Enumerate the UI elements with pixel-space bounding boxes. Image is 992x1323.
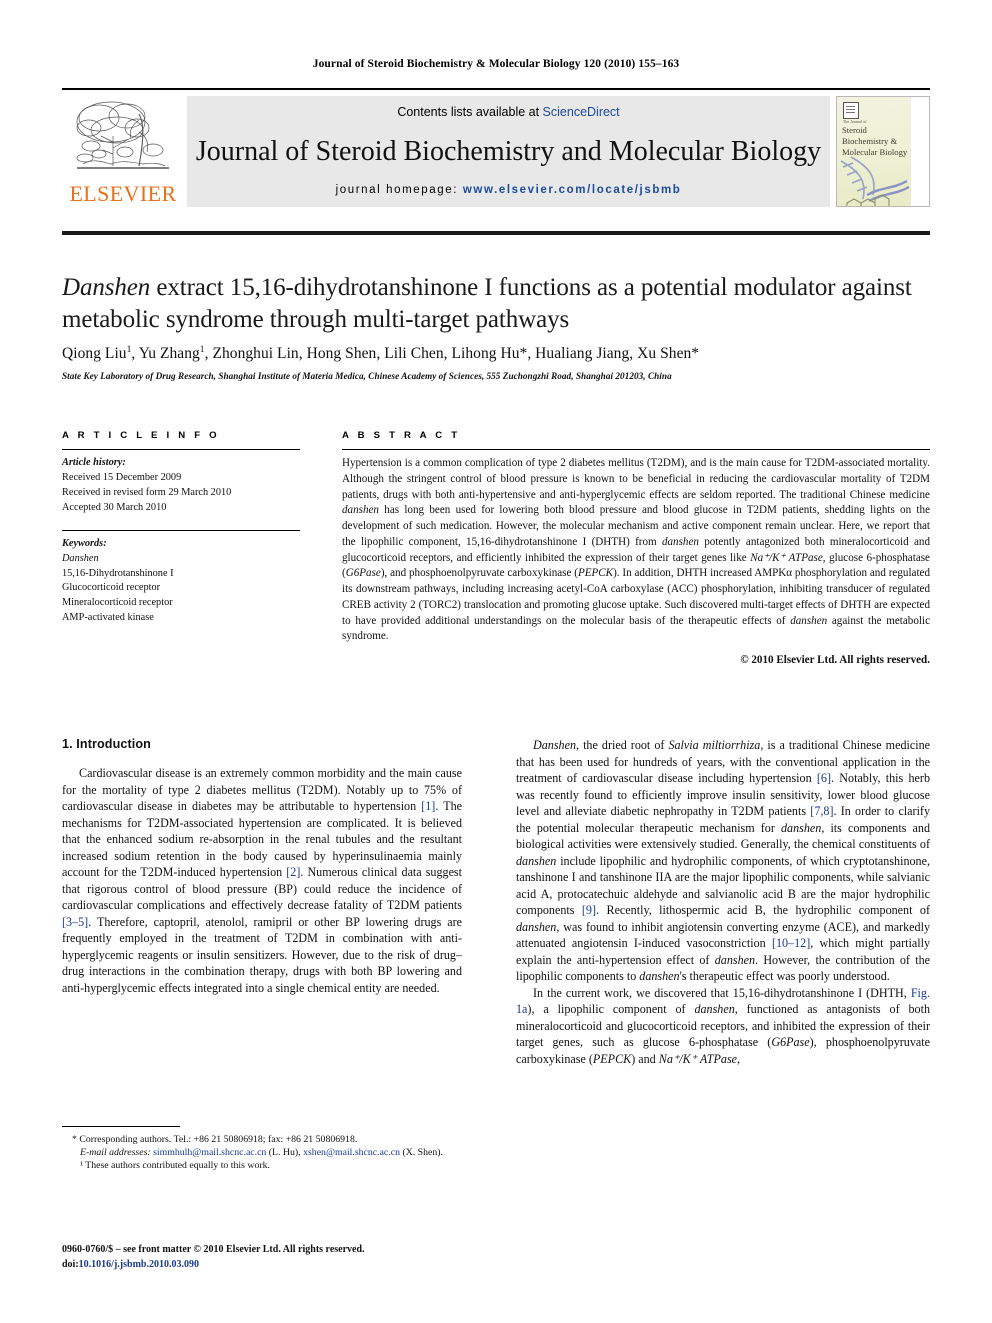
cover-kicker: The Journal of xyxy=(843,120,867,124)
article-info-rule-top xyxy=(62,449,300,450)
cover-elsevier-icon xyxy=(843,102,859,119)
history-item: Accepted 30 March 2010 xyxy=(62,501,167,513)
article-title-italic-part: Danshen xyxy=(62,274,151,301)
history-item: Received 15 December 2009 xyxy=(62,471,182,483)
running-head: Journal of Steroid Biochemistry & Molecu… xyxy=(312,58,680,70)
history-item: Received in revised form 29 March 2010 xyxy=(62,486,232,498)
author-affiliation: State Key Laboratory of Drug Research, S… xyxy=(62,371,672,381)
keyword-item: Glucocorticoid receptor xyxy=(62,582,161,594)
doi-line: doi:10.1016/j.jsbmb.2010.03.090 xyxy=(62,1258,482,1273)
abstract-text: Hypertension is a common complication of… xyxy=(342,457,930,643)
keywords-block: Keywords: Danshen 15,16-Dihydrotanshinon… xyxy=(62,537,300,627)
equal-contribution-note: ¹ These authors contributed equally to t… xyxy=(80,1160,270,1172)
email-label: E-mail addresses: xyxy=(80,1147,151,1159)
body-column-left: 1. Introduction Cardiovascular disease i… xyxy=(62,737,462,996)
elsevier-tree-icon xyxy=(76,101,169,169)
section-heading-introduction: 1. Introduction xyxy=(62,737,151,751)
abstract-rule xyxy=(342,449,930,450)
author-list: Qiong Liu1, Yu Zhang1, Zhonghui Lin, Hon… xyxy=(62,345,700,363)
abstract-column: A B S T R A C T Hypertension is a common… xyxy=(342,430,930,666)
email-note: E-mail addresses: simmhulh@mail.shcnc.ac… xyxy=(62,1146,462,1159)
article-page: Journal of Steroid Biochemistry & Molecu… xyxy=(0,0,992,1323)
article-history-label: Article history: xyxy=(62,457,126,468)
journal-homepage-line: journal homepage: www.elsevier.com/locat… xyxy=(336,184,682,196)
email-owner-shen: (X. Shen). xyxy=(402,1147,443,1159)
journal-title: Journal of Steroid Biochemistry and Mole… xyxy=(195,136,822,168)
contents-lists-line: Contents lists available at ScienceDirec… xyxy=(397,105,619,119)
keyword-item: Mineralocorticoid receptor xyxy=(62,597,173,609)
article-info-rule-mid xyxy=(62,529,300,531)
issn-front-matter-line: 0960-0760/$ – see front matter © 2010 El… xyxy=(62,1244,365,1255)
doi-label: doi: xyxy=(62,1258,79,1270)
keyword-item: 15,16-Dihydrotanshinone I xyxy=(62,567,174,579)
homepage-prefix: journal homepage: xyxy=(335,183,463,196)
cover-title: Steroid Biochemistry & Molecular Biology xyxy=(842,125,908,157)
body-paragraph: In the current work, we discovered that … xyxy=(516,985,930,1066)
keywords-label: Keywords: xyxy=(62,537,107,549)
body-paragraph: Danshen, the dried root of Salvia miltio… xyxy=(516,738,930,983)
journal-masthead: ELSEVIER Contents lists available at Sci… xyxy=(62,88,930,207)
email-owner-hu: (L. Hu), xyxy=(268,1147,301,1159)
article-info-heading: A R T I C L E I N F O xyxy=(62,430,220,441)
elsevier-logo: ELSEVIER xyxy=(62,96,184,207)
sciencedirect-link[interactable]: ScienceDirect xyxy=(543,105,620,119)
email-link-hu[interactable]: simmhulh@mail.shcnc.ac.cn xyxy=(153,1147,266,1158)
abstract-heading: A B S T R A C T xyxy=(342,430,461,441)
doi-link[interactable]: 10.1016/j.jsbmb.2010.03.090 xyxy=(79,1259,199,1270)
article-history-block: Article history: Received 15 December 20… xyxy=(62,456,300,516)
contents-prefix: Contents lists available at xyxy=(397,105,543,119)
keyword-item: Danshen xyxy=(62,552,99,564)
footnote-block: * Corresponding authors. Tel.: +86 21 50… xyxy=(62,1126,462,1172)
footnote-rule xyxy=(62,1126,180,1127)
article-title-rest: extract 15,16-dihydrotanshinone I functi… xyxy=(62,274,912,333)
email-link-shen[interactable]: xshen@mail.shcnc.ac.cn xyxy=(303,1147,400,1158)
body-paragraph: Cardiovascular disease is an extremely c… xyxy=(62,766,462,995)
corresponding-author-note: * Corresponding authors. Tel.: +86 21 50… xyxy=(72,1134,358,1145)
keyword-item: AMP-activated kinase xyxy=(62,612,154,624)
abstract-copyright: © 2010 Elsevier Ltd. All rights reserved… xyxy=(740,654,930,666)
masthead-center-panel: Contents lists available at ScienceDirec… xyxy=(187,96,830,207)
journal-homepage-link[interactable]: www.elsevier.com/locate/jsbmb xyxy=(463,184,682,196)
article-title: Danshen extract 15,16-dihydrotanshinone … xyxy=(62,272,934,335)
elsevier-wordmark: ELSEVIER xyxy=(69,181,177,206)
journal-cover-thumbnail: The Journal of Steroid Biochemistry & Mo… xyxy=(836,96,930,207)
page-footer: 0960-0760/$ – see front matter © 2010 El… xyxy=(62,1243,482,1272)
article-info-column: A R T I C L E I N F O Article history: R… xyxy=(62,430,300,626)
cover-dna-molecule-icon xyxy=(840,156,910,206)
title-divider-rule xyxy=(62,231,930,235)
body-column-right: Danshen, the dried root of Salvia miltio… xyxy=(516,737,930,1067)
